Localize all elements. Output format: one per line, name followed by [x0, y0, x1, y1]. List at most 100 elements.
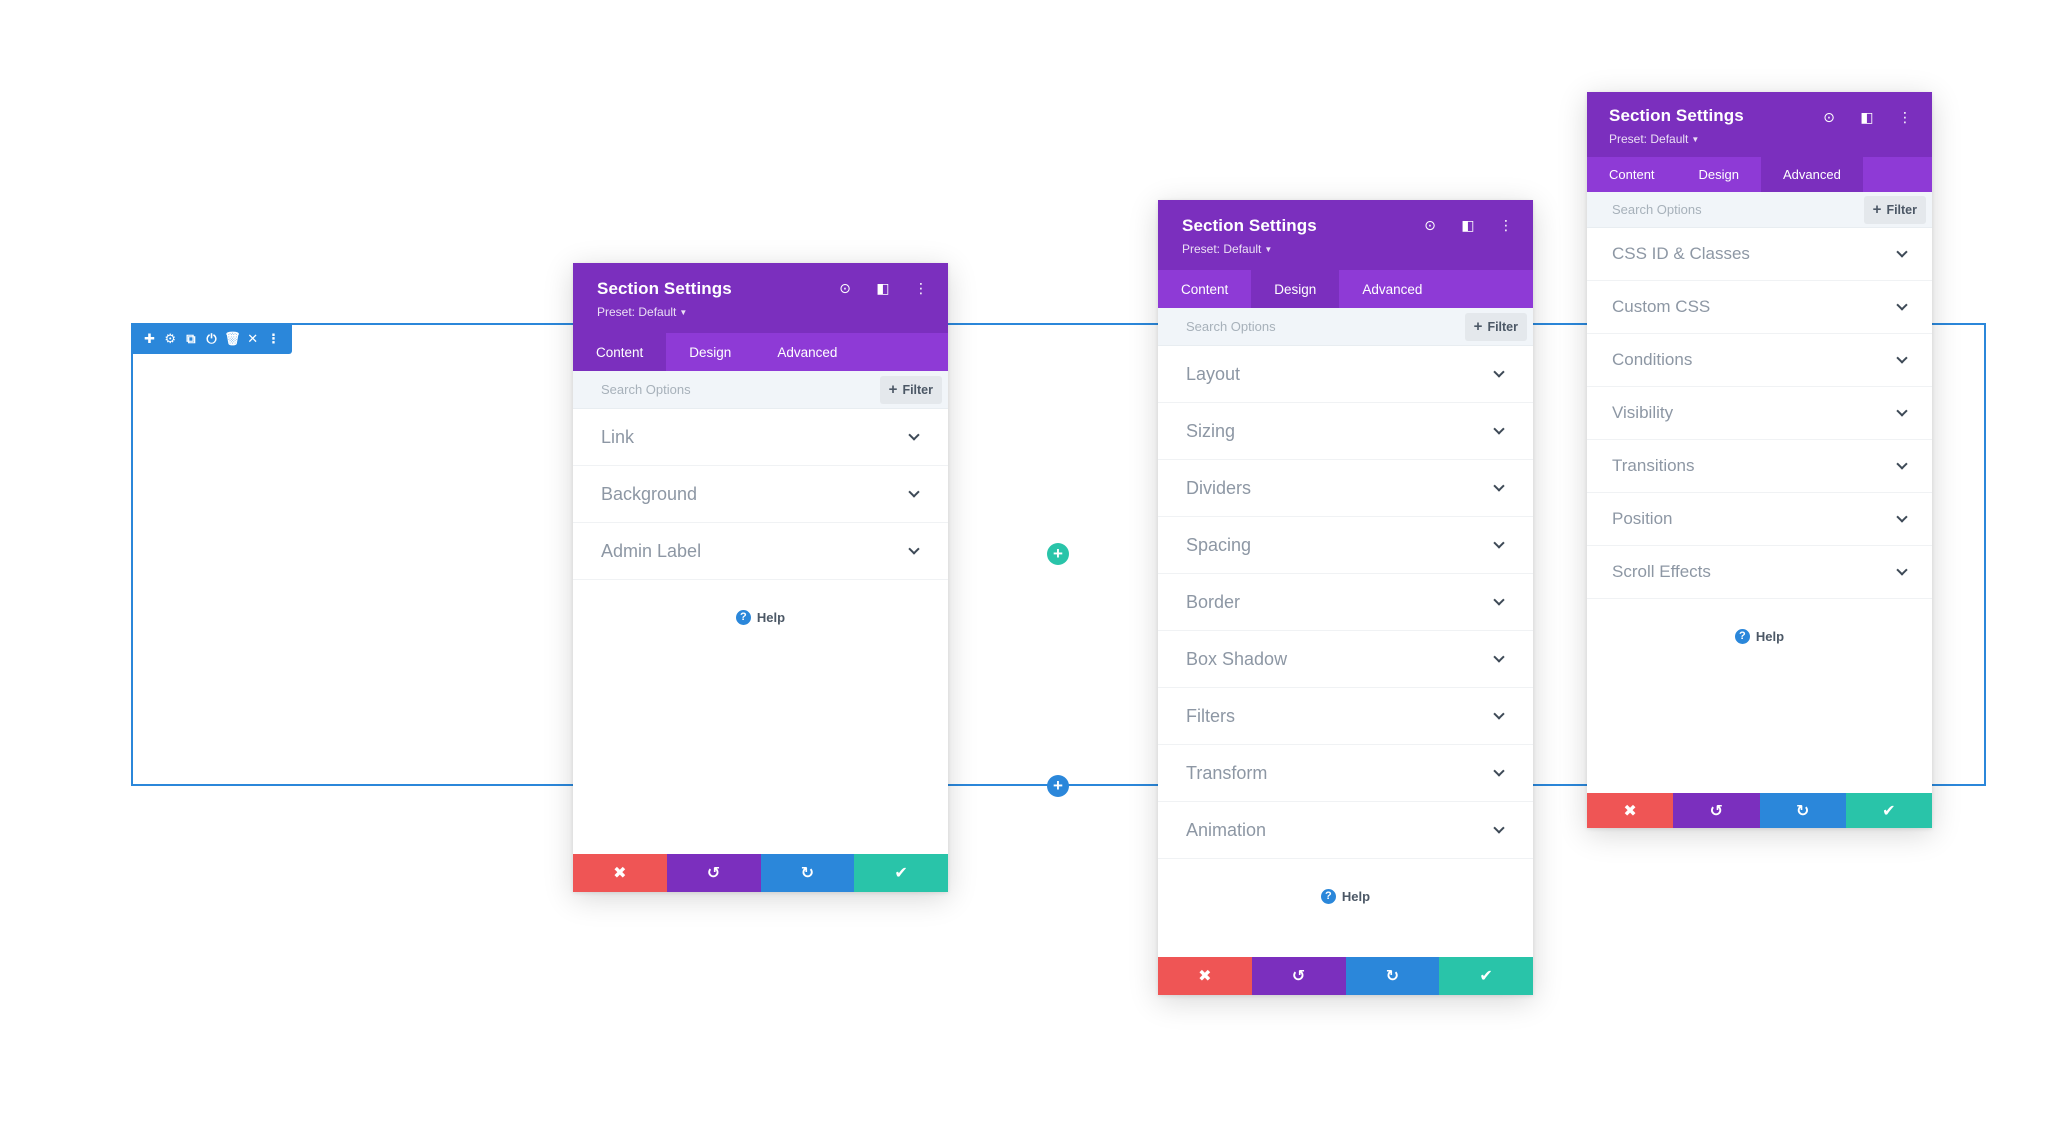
cancel-button[interactable]: ✖	[573, 854, 667, 892]
target-icon[interactable]: ⊙	[1820, 110, 1838, 124]
section-toolbar: ✚ ⚙ ⧉ ⏻ 🗑 ✕ ⋮	[131, 323, 292, 354]
tab-design[interactable]: Design	[1677, 157, 1761, 192]
chevron-down-icon	[1896, 457, 1908, 470]
help-link[interactable]: ? Help	[573, 610, 948, 625]
gear-icon[interactable]: ⚙	[162, 332, 178, 345]
option-layout[interactable]: Layout	[1158, 346, 1533, 403]
filter-label: Filter	[1886, 202, 1917, 217]
target-icon[interactable]: ⊙	[1421, 218, 1439, 232]
option-custom-css[interactable]: Custom CSS	[1587, 281, 1932, 334]
cancel-button[interactable]: ✖	[1587, 793, 1674, 828]
undo-button[interactable]: ↺	[1251, 957, 1346, 995]
save-button[interactable]: ✔	[1439, 957, 1533, 995]
search-input[interactable]	[1612, 202, 1812, 217]
option-label: Link	[601, 426, 635, 447]
modal-header: Section Settings Preset: Default ▼ ⊙ ◧ ⋮	[1158, 200, 1533, 270]
section-settings-modal-advanced: Section Settings Preset: Default ▼ ⊙ ◧ ⋮ …	[1587, 92, 1932, 828]
tab-advanced[interactable]: Advanced	[754, 333, 860, 371]
undo-button[interactable]: ↺	[666, 854, 761, 892]
caret-down-icon: ▼	[679, 308, 688, 317]
option-scroll-effects[interactable]: Scroll Effects	[1587, 546, 1932, 599]
trash-icon[interactable]: 🗑	[224, 332, 241, 345]
help-label: Help	[1341, 889, 1371, 904]
redo-button[interactable]: ↻	[760, 854, 855, 892]
chevron-down-icon	[1493, 479, 1505, 492]
add-section-button[interactable]: +	[1047, 775, 1069, 797]
filter-button[interactable]: + Filter	[1464, 312, 1527, 341]
chevron-down-icon	[1896, 563, 1908, 576]
option-spacing[interactable]: Spacing	[1158, 517, 1533, 574]
search-input[interactable]	[601, 382, 801, 397]
save-button[interactable]: ✔	[1845, 793, 1932, 828]
chevron-down-icon	[1493, 764, 1505, 777]
chevron-down-icon	[1896, 404, 1908, 417]
option-label: Animation	[1186, 819, 1267, 840]
option-link[interactable]: Link	[573, 409, 948, 466]
option-visibility[interactable]: Visibility	[1587, 387, 1932, 440]
preset-selector[interactable]: Preset: Default ▼	[597, 305, 924, 319]
more-options-icon[interactable]: ⋮	[912, 281, 930, 295]
split-view-icon[interactable]: ◧	[1858, 110, 1876, 124]
plus-icon: +	[888, 380, 898, 398]
preset-selector[interactable]: Preset: Default ▼	[1609, 132, 1910, 146]
help-link[interactable]: ? Help	[1158, 889, 1533, 904]
modal-footer: ✖ ↺ ↻ ✔	[1587, 793, 1932, 828]
move-icon[interactable]: ✚	[142, 332, 158, 345]
filter-label: Filter	[1487, 319, 1518, 334]
more-options-icon[interactable]: ⋮	[1896, 110, 1914, 124]
option-label: Position	[1612, 509, 1673, 528]
search-input[interactable]	[1186, 319, 1386, 334]
option-filters[interactable]: Filters	[1158, 688, 1533, 745]
tab-advanced[interactable]: Advanced	[1339, 270, 1445, 308]
power-icon[interactable]: ⏻	[204, 332, 220, 345]
chevron-down-icon	[1896, 298, 1908, 311]
more-icon[interactable]: ⋮	[265, 332, 281, 345]
option-border[interactable]: Border	[1158, 574, 1533, 631]
tab-design[interactable]: Design	[1251, 270, 1340, 308]
help-label: Help	[756, 610, 786, 625]
save-button[interactable]: ✔	[854, 854, 948, 892]
cancel-button[interactable]: ✖	[1158, 957, 1252, 995]
tab-advanced[interactable]: Advanced	[1761, 157, 1863, 192]
duplicate-icon[interactable]: ⧉	[183, 332, 199, 345]
modal-header: Section Settings Preset: Default ▼ ⊙ ◧ ⋮	[573, 263, 948, 333]
filter-button[interactable]: + Filter	[1863, 195, 1926, 224]
more-options-icon[interactable]: ⋮	[1497, 218, 1515, 232]
option-label: Conditions	[1612, 350, 1693, 369]
option-sizing[interactable]: Sizing	[1158, 403, 1533, 460]
option-animation[interactable]: Animation	[1158, 802, 1533, 859]
chevron-down-icon	[1896, 245, 1908, 258]
option-transitions[interactable]: Transitions	[1587, 440, 1932, 493]
option-label: Filters	[1186, 705, 1235, 726]
chevron-down-icon	[1493, 707, 1505, 720]
option-background[interactable]: Background	[573, 466, 948, 523]
option-label: Visibility	[1612, 403, 1674, 422]
option-css-id-classes[interactable]: CSS ID & Classes	[1587, 228, 1932, 281]
add-row-button[interactable]: +	[1047, 543, 1069, 565]
options-list: Layout Sizing Dividers Spacing Border Bo…	[1158, 346, 1533, 859]
target-icon[interactable]: ⊙	[836, 281, 854, 295]
option-label: Scroll Effects	[1612, 562, 1711, 581]
redo-button[interactable]: ↻	[1345, 957, 1440, 995]
option-label: Transform	[1186, 762, 1268, 783]
preset-label: Preset: Default	[597, 305, 677, 319]
option-conditions[interactable]: Conditions	[1587, 334, 1932, 387]
undo-button[interactable]: ↺	[1673, 793, 1760, 828]
tab-content[interactable]: Content	[1158, 270, 1251, 308]
preset-selector[interactable]: Preset: Default ▼	[1182, 242, 1509, 256]
redo-button[interactable]: ↻	[1759, 793, 1846, 828]
filter-button[interactable]: + Filter	[879, 375, 942, 404]
tab-content[interactable]: Content	[573, 333, 667, 371]
tab-content[interactable]: Content	[1587, 157, 1677, 192]
option-transform[interactable]: Transform	[1158, 745, 1533, 802]
tab-design[interactable]: Design	[666, 333, 754, 371]
preset-label: Preset: Default	[1609, 132, 1689, 146]
close-icon[interactable]: ✕	[245, 332, 261, 345]
split-view-icon[interactable]: ◧	[1459, 218, 1477, 232]
option-dividers[interactable]: Dividers	[1158, 460, 1533, 517]
option-box-shadow[interactable]: Box Shadow	[1158, 631, 1533, 688]
help-link[interactable]: ? Help	[1587, 629, 1932, 644]
option-position[interactable]: Position	[1587, 493, 1932, 546]
option-admin-label[interactable]: Admin Label	[573, 523, 948, 580]
split-view-icon[interactable]: ◧	[874, 281, 892, 295]
